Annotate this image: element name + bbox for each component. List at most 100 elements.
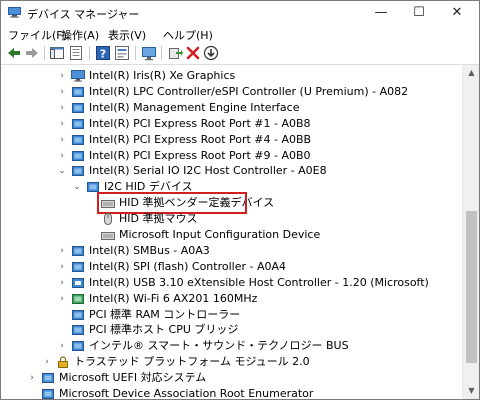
- tree-row-label: PCI 標準ホスト CPU ブリッジ: [89, 323, 239, 337]
- tree-row-label: Intel(R) LPC Controller/eSPI Controller …: [89, 84, 409, 98]
- tree-row-label: インテル® スマート・サウンド・テクノロジー BUS: [89, 339, 349, 353]
- toolbar-separator: [89, 46, 90, 60]
- system-device-icon: [72, 102, 84, 113]
- menu-file[interactable]: ファイル(F): [8, 27, 67, 43]
- tree-row[interactable]: ⌄ Intel(R) Serial IO I2C Host Controller …: [1, 163, 462, 179]
- system-device-icon: [72, 118, 84, 129]
- download-circle-icon[interactable]: [203, 45, 219, 61]
- tree-row-label: Intel(R) Management Engine Interface: [89, 100, 300, 114]
- properties-sheet-icon[interactable]: [68, 45, 84, 61]
- scrollbar-thumb[interactable]: [466, 211, 477, 363]
- expand-chevron-icon[interactable]: ›: [57, 292, 67, 306]
- toolbar-separator: [44, 46, 45, 60]
- tree-row[interactable]: › トラステッド プラットフォーム モジュール 2.0: [1, 354, 462, 370]
- update-driver-icon[interactable]: [167, 45, 183, 61]
- tree-row[interactable]: › Intel(R) USB 3.10 eXtensible Host Contr…: [1, 275, 462, 291]
- system-device-icon: [42, 389, 54, 399]
- tree-row-label: Microsoft UEFI 対応システム: [59, 371, 207, 385]
- expand-chevron-icon[interactable]: ›: [57, 149, 67, 163]
- maximize-button[interactable]: ☐: [401, 1, 437, 25]
- minimize-button[interactable]: —: [363, 1, 399, 25]
- forward-arrow-icon[interactable]: [24, 45, 40, 61]
- system-device-icon: [72, 86, 84, 97]
- expand-chevron-icon[interactable]: ›: [57, 276, 67, 290]
- menu-view[interactable]: 表示(V): [108, 27, 146, 43]
- tree-row-label: Intel(R) PCI Express Root Port #1 - A0B8: [89, 116, 311, 130]
- device-tree: › Intel(R) Iris(R) Xe Graphics › Intel(R) L…: [1, 65, 462, 399]
- tree-row[interactable]: › Intel(R) SPI (flash) Controller - A0A4: [1, 259, 462, 275]
- tree-row-label: Intel(R) USB 3.10 eXtensible Host Contro…: [89, 275, 429, 289]
- network-adapter-icon: [72, 293, 84, 304]
- expand-chevron-icon[interactable]: ›: [57, 117, 67, 131]
- scroll-up-arrow[interactable]: ▲: [463, 65, 479, 81]
- scan-hardware-changes-icon[interactable]: [141, 45, 157, 61]
- system-device-icon: [72, 309, 84, 320]
- expand-chevron-icon[interactable]: ›: [57, 85, 67, 99]
- tree-row[interactable]: › Intel(R) PCI Express Root Port #4 - A0B…: [1, 132, 462, 148]
- show-hide-console-tree-icon[interactable]: [49, 45, 65, 61]
- toolbar-separator: [135, 46, 136, 60]
- tree-row[interactable]: Microsoft Input Configuration Device: [1, 227, 462, 243]
- tree-row[interactable]: PCI 標準ホスト CPU ブリッジ: [1, 322, 462, 338]
- help-icon[interactable]: ?: [95, 45, 111, 61]
- tree-row[interactable]: › Intel(R) LPC Controller/eSPI Controller…: [1, 84, 462, 100]
- tree-row-label: Intel(R) Serial IO I2C Host Controller -…: [89, 164, 327, 178]
- device-manager-app-icon: [8, 7, 21, 18]
- tree-row-label: Intel(R) Wi-Fi 6 AX201 160MHz: [89, 291, 258, 305]
- hid-device-icon: [101, 232, 115, 240]
- title-bar: デバイス マネージャー — ☐ ✕: [1, 1, 479, 25]
- expand-chevron-icon[interactable]: ›: [57, 244, 67, 258]
- system-device-icon: [42, 373, 54, 384]
- expand-chevron-icon[interactable]: ›: [57, 101, 67, 115]
- tree-row[interactable]: › Intel(R) Management Engine Interface: [1, 100, 462, 116]
- vertical-scrollbar[interactable]: ▲ ▼: [462, 65, 479, 399]
- menu-bar: ファイル(F) 操作(A) 表示(V) ヘルプ(H): [1, 25, 479, 43]
- expand-chevron-icon[interactable]: ›: [57, 260, 67, 274]
- tree-row[interactable]: › Intel(R) Iris(R) Xe Graphics: [1, 68, 462, 84]
- scroll-down-arrow[interactable]: ▼: [463, 383, 479, 399]
- tree-row-label: HID 準拠マウス: [119, 212, 198, 226]
- collapse-chevron-icon[interactable]: ⌄: [72, 180, 82, 194]
- close-button[interactable]: ✕: [439, 1, 475, 25]
- device-manager-window: デバイス マネージャー — ☐ ✕ ファイル(F) 操作(A) 表示(V) ヘル…: [0, 0, 480, 400]
- back-arrow-icon[interactable]: [6, 45, 22, 61]
- tree-row[interactable]: Microsoft Device Association Root Enumer…: [1, 386, 462, 399]
- tree-row-label: Intel(R) PCI Express Root Port #9 - A0B0: [89, 148, 311, 162]
- menu-help[interactable]: ヘルプ(H): [163, 27, 213, 43]
- tree-row[interactable]: › Intel(R) SMBus - A0A3: [1, 243, 462, 259]
- system-device-icon: [72, 325, 84, 336]
- system-device-icon: [72, 261, 84, 272]
- toolbar-separator: [161, 46, 162, 60]
- system-device-icon: [72, 245, 84, 256]
- expand-chevron-icon[interactable]: ›: [27, 371, 37, 385]
- collapse-chevron-icon[interactable]: ⌄: [57, 164, 67, 178]
- tree-row-label: PCI 標準 RAM コントローラー: [89, 307, 241, 321]
- tree-row[interactable]: › Intel(R) PCI Express Root Port #1 - A0B…: [1, 116, 462, 132]
- tree-row-label: Intel(R) SMBus - A0A3: [89, 243, 210, 257]
- system-device-icon: [72, 150, 84, 161]
- tree-row[interactable]: HID 準拠マウス: [1, 211, 462, 227]
- tree-row-label: Intel(R) PCI Express Root Port #4 - A0BB: [89, 132, 312, 146]
- tree-row[interactable]: › Intel(R) PCI Express Root Port #9 - A0B…: [1, 148, 462, 164]
- tree-row[interactable]: HID 準拠ベンダー定義デバイス: [1, 192, 462, 215]
- tree-row-label: Intel(R) Iris(R) Xe Graphics: [89, 69, 236, 82]
- system-device-icon: [72, 341, 84, 352]
- menu-action[interactable]: 操作(A): [61, 27, 99, 43]
- tree-row-label: Microsoft Device Association Root Enumer…: [59, 387, 314, 400]
- expand-chevron-icon[interactable]: ›: [57, 69, 67, 83]
- tree-row-label: トラステッド プラットフォーム モジュール 2.0: [74, 355, 310, 369]
- display-adapter-icon: [71, 70, 85, 82]
- expand-chevron-icon[interactable]: ›: [57, 339, 67, 353]
- system-device-icon: [72, 134, 84, 145]
- uninstall-x-icon[interactable]: [185, 45, 201, 61]
- expand-chevron-icon[interactable]: ›: [42, 355, 52, 369]
- properties-icon[interactable]: [114, 45, 130, 61]
- tree-row[interactable]: › Intel(R) Wi-Fi 6 AX201 160MHz: [1, 291, 462, 307]
- tree-row[interactable]: PCI 標準 RAM コントローラー: [1, 307, 462, 323]
- usb-controller-icon: [72, 277, 84, 288]
- tree-row-label: Intel(R) SPI (flash) Controller - A0A4: [89, 259, 287, 273]
- tree-row[interactable]: › Microsoft UEFI 対応システム: [1, 370, 462, 386]
- system-device-icon: [72, 166, 84, 177]
- expand-chevron-icon[interactable]: ›: [57, 133, 67, 147]
- tree-row[interactable]: › インテル® スマート・サウンド・テクノロジー BUS: [1, 338, 462, 354]
